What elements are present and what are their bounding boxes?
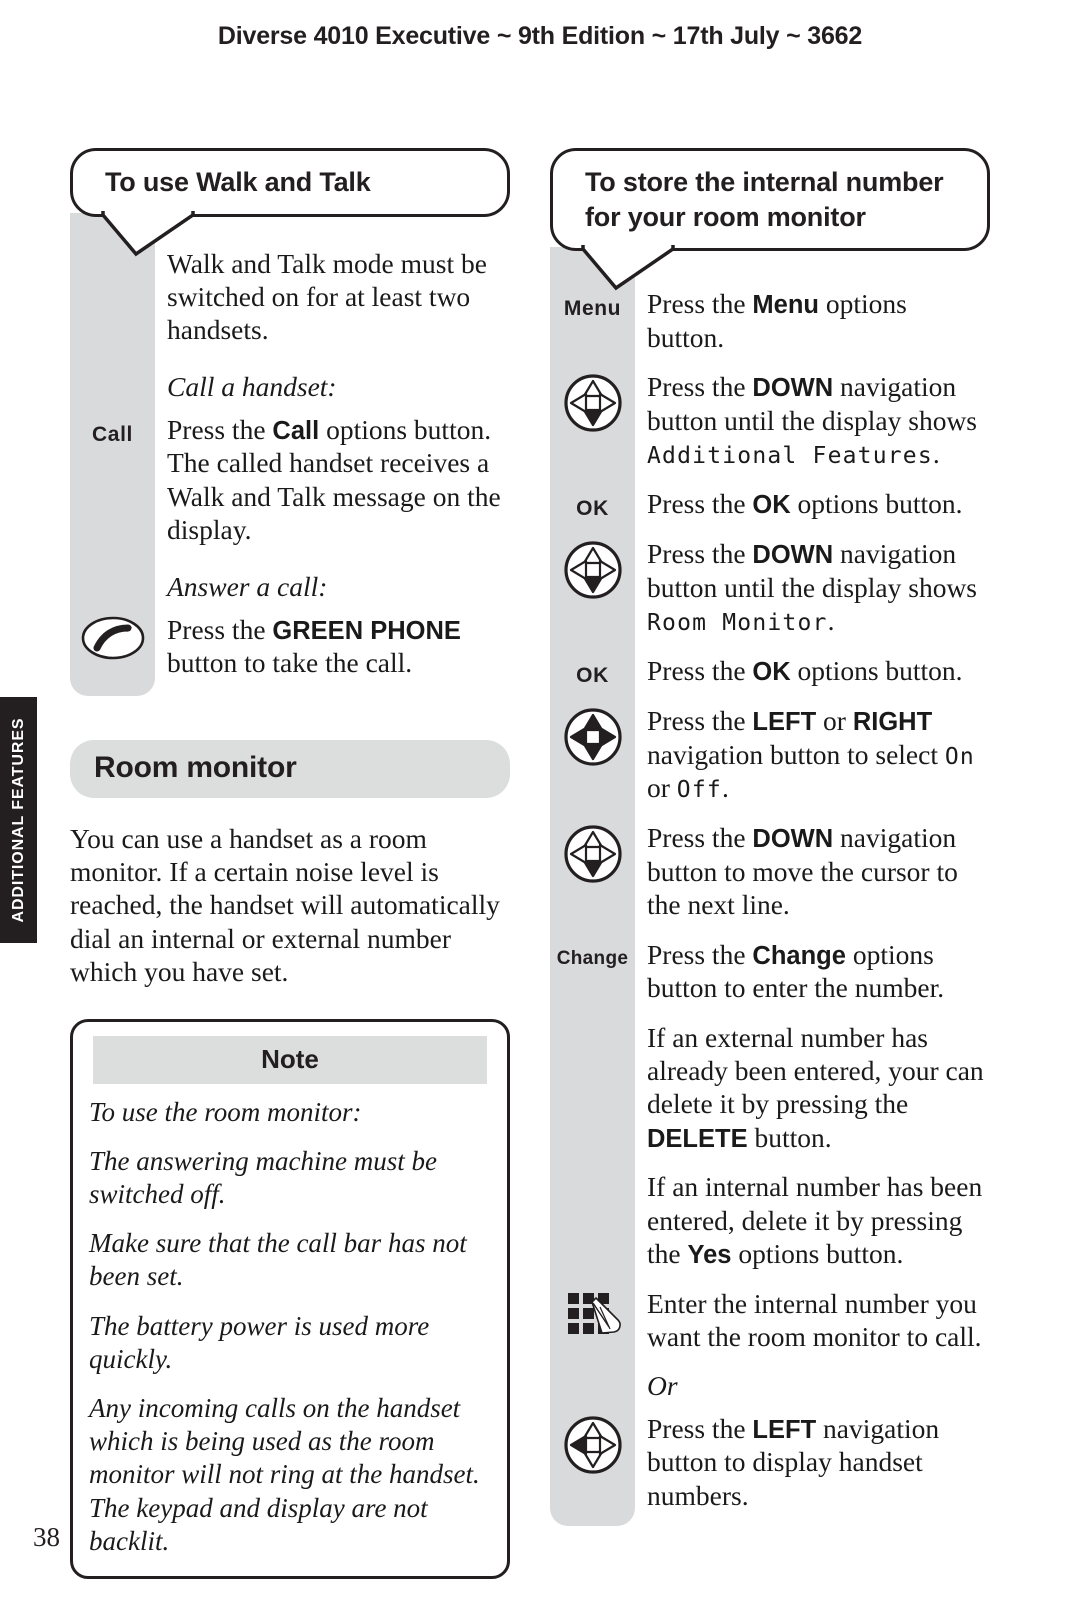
step-icon-slot xyxy=(550,537,635,606)
step-text: If an internal number has been entered, … xyxy=(647,1171,983,1269)
step-icon-slot xyxy=(550,704,635,773)
softkey-ok-icon: OK xyxy=(576,663,609,687)
step-text: Press the LEFT navigation button to disp… xyxy=(647,1412,940,1511)
step-item: If an external number has already been e… xyxy=(550,1021,990,1155)
green-phone-icon xyxy=(80,615,146,666)
nav-down-icon xyxy=(562,539,624,606)
step-text: Press the LEFT or RIGHT navigation butto… xyxy=(647,704,975,804)
step-icon-slot xyxy=(70,613,155,666)
callout-title-line1: To store the internal number xyxy=(585,167,944,197)
step-text: Press the Menu options button. xyxy=(647,288,907,353)
nav-down-icon xyxy=(562,372,624,439)
note-paragraph: Any incoming calls on the handset which … xyxy=(89,1393,480,1556)
step-item: Menu Press the Menu options button. xyxy=(550,287,990,354)
keypad-entry-icon xyxy=(562,1289,624,1346)
step-item: Walk and Talk mode must be switched on f… xyxy=(70,247,510,347)
softkey-call-icon: Call xyxy=(92,422,133,446)
step-item: Answer a call: xyxy=(70,570,510,603)
callout-tail-icon xyxy=(581,241,683,291)
step-item: Press the LEFT navigation button to disp… xyxy=(550,1412,990,1512)
note-paragraph: To use the room monitor: xyxy=(89,1096,362,1127)
note-box: Note To use the room monitor: The answer… xyxy=(70,1018,510,1580)
step-text: Press the Call options button. The calle… xyxy=(167,413,501,545)
callout-title: To store the internal number for your ro… xyxy=(585,165,965,234)
softkey-menu-icon: Menu xyxy=(563,297,622,321)
step-icon-slot xyxy=(550,1170,635,1172)
step-icon-slot: Change xyxy=(550,938,635,968)
step-icon-slot: Call xyxy=(70,413,155,445)
step-text: Or xyxy=(647,1370,678,1402)
step-text: Press the OK options button. xyxy=(647,654,963,686)
nav-left-right-icon xyxy=(562,706,624,773)
callout-title-line2: for your room monitor xyxy=(585,201,866,232)
running-header: Diverse 4010 Executive ~ 9th Edition ~ 1… xyxy=(217,22,863,50)
step-text: Call a handset: xyxy=(167,371,337,403)
step-item: Call a handset: xyxy=(70,370,510,403)
step-icon-slot: Menu xyxy=(550,287,635,319)
step-icon-slot xyxy=(550,1369,635,1371)
step-icon-slot xyxy=(550,1287,635,1346)
note-paragraph: The battery power is used more quickly. xyxy=(89,1310,430,1374)
page-number: 38 xyxy=(33,1522,60,1552)
note-paragraph: Make sure that the call bar has not been… xyxy=(89,1228,467,1292)
nav-left-icon xyxy=(562,1414,624,1481)
step-text: If an external number has already been e… xyxy=(647,1021,984,1153)
step-icon-slot xyxy=(550,1021,635,1023)
step-item: Press the GREEN PHONE button to take the… xyxy=(70,613,510,680)
step-item: Press the DOWN navigation button to move… xyxy=(550,821,990,921)
step-icon-slot: OK xyxy=(550,654,635,686)
callout-store-internal-number: To store the internal number for your ro… xyxy=(550,148,990,291)
step-text: Walk and Talk mode must be switched on f… xyxy=(167,247,487,346)
note-title: Note xyxy=(93,1035,487,1084)
step-item: Press the LEFT or RIGHT navigation butto… xyxy=(550,704,990,806)
section-paragraph: You can use a handset as a room monitor.… xyxy=(70,822,500,988)
step-item: If an internal number has been entered, … xyxy=(550,1170,990,1270)
step-text: Press the DOWN navigation button to move… xyxy=(647,822,958,921)
step-icon-slot xyxy=(550,821,635,890)
step-icon-slot: OK xyxy=(550,487,635,519)
section-thumb-tab: ADDITIONAL FEATURES xyxy=(0,697,37,943)
step-text: Press the DOWN navigation button until t… xyxy=(647,537,977,637)
step-text: Press the Change options button to enter… xyxy=(647,938,945,1004)
step-item: Enter the internal number you want the r… xyxy=(550,1287,990,1354)
softkey-ok-icon: OK xyxy=(576,497,609,521)
softkey-change-icon: Change xyxy=(556,947,629,969)
step-item: Change Press the Change options button t… xyxy=(550,938,990,1005)
right-column: To store the internal number for your ro… xyxy=(550,148,990,1526)
left-column: To use Walk and Talk Walk and Talk mode … xyxy=(70,148,510,1580)
callout-tail-icon xyxy=(101,206,203,256)
step-icon-slot xyxy=(70,570,155,572)
step-item: Press the DOWN navigation button until t… xyxy=(550,537,990,638)
step-text: Press the GREEN PHONE button to take the… xyxy=(167,613,461,679)
nav-down-icon xyxy=(562,823,624,890)
section-thumb-tab-label: ADDITIONAL FEATURES xyxy=(9,717,27,923)
step-item: OK Press the OK options button. xyxy=(550,487,990,521)
step-text: Press the DOWN navigation button until t… xyxy=(647,371,977,470)
callout-walk-and-talk: To use Walk and Talk xyxy=(70,148,510,256)
note-paragraph: The answering machine must be switched o… xyxy=(89,1145,437,1210)
step-icon-slot xyxy=(550,370,635,439)
step-item: Call Press the Call options button. The … xyxy=(70,413,510,547)
step-item: Press the DOWN navigation button until t… xyxy=(550,370,990,471)
section-heading-room-monitor: Room monitor xyxy=(70,739,510,798)
step-text: Press the OK options button. xyxy=(647,488,963,520)
step-item: OK Press the OK options button. xyxy=(550,654,990,688)
step-text: Enter the internal number you want the r… xyxy=(647,1287,982,1353)
left-steps: Walk and Talk mode must be switched on f… xyxy=(70,212,510,696)
step-text: Answer a call: xyxy=(167,571,328,603)
step-item: Or xyxy=(550,1369,990,1402)
right-steps: Menu Press the Menu options button. Pres… xyxy=(550,247,990,1526)
step-icon-slot xyxy=(550,1412,635,1481)
callout-title: To use Walk and Talk xyxy=(105,167,371,197)
step-icon-slot xyxy=(70,370,155,372)
